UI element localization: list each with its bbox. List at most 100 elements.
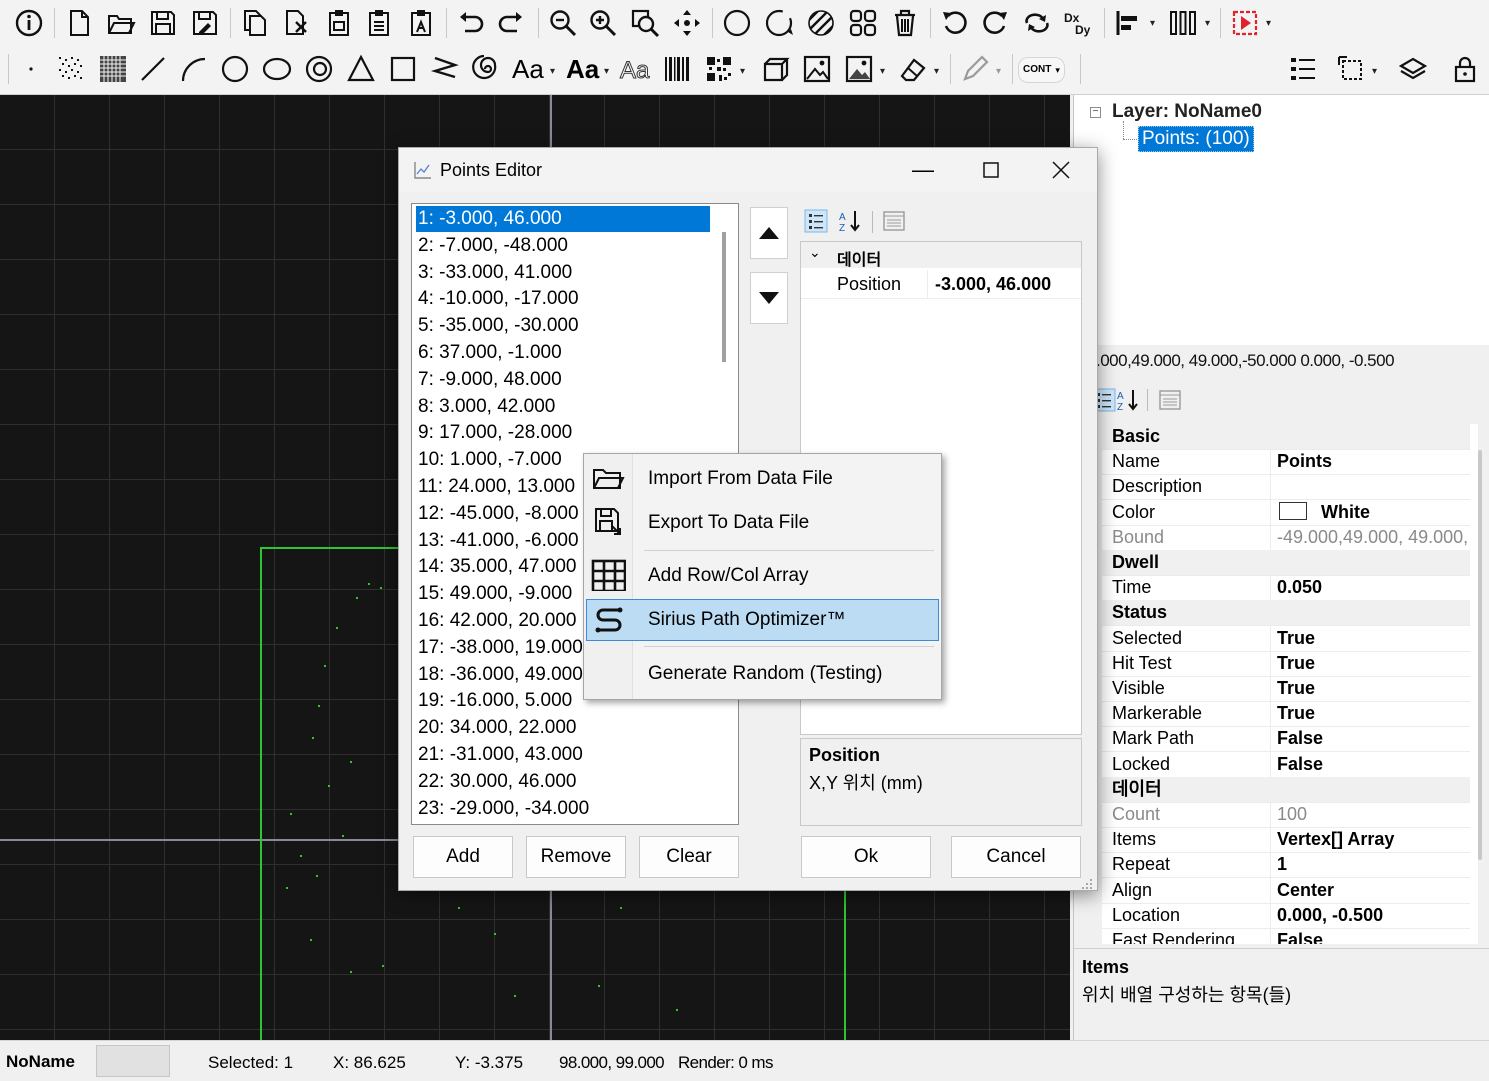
circle-icon[interactable]: [720, 6, 754, 40]
property-category-row[interactable]: Dwell: [1102, 550, 1470, 576]
point-list-item[interactable]: 6: 37.000, -1.000: [416, 340, 710, 366]
ok-button[interactable]: Ok: [801, 836, 931, 878]
point-list-item[interactable]: 3: -33.000, 41.000: [416, 260, 710, 286]
property-row[interactable]: Location 0.000, -0.500: [1102, 902, 1470, 929]
position-row[interactable]: Position -3.000, 46.000: [801, 270, 1081, 299]
text-outline-tool[interactable]: Aa: [619, 56, 649, 86]
property-value[interactable]: True: [1277, 626, 1315, 651]
copy-pages-icon[interactable]: [238, 6, 272, 40]
property-grid[interactable]: Basic Name Points Description Color White Boun…: [1102, 424, 1478, 944]
point-list-item[interactable]: 8: 3.000, 42.000: [416, 394, 710, 420]
property-value[interactable]: 0.050: [1277, 575, 1322, 600]
new-file-icon[interactable]: [62, 6, 96, 40]
spiral-path-icon[interactable]: [468, 52, 502, 86]
menu-export-data-file[interactable]: Export To Data File: [586, 502, 937, 542]
point-icon[interactable]: [14, 52, 48, 86]
property-row[interactable]: Fast Rendering False: [1102, 928, 1470, 944]
zoom-fit-icon[interactable]: [628, 6, 662, 40]
property-value[interactable]: 100: [1277, 802, 1307, 827]
cube-icon[interactable]: [758, 52, 792, 86]
arc-icon[interactable]: [176, 52, 210, 86]
ellipse-icon[interactable]: [260, 52, 294, 86]
property-row[interactable]: Color White: [1102, 499, 1470, 526]
property-value[interactable]: False: [1277, 726, 1323, 751]
property-row[interactable]: Count 100: [1102, 802, 1470, 828]
points-list-scrollbar[interactable]: [722, 232, 726, 362]
move-down-button[interactable]: [750, 272, 788, 324]
list-icon[interactable]: [1286, 52, 1320, 86]
spiral-icon[interactable]: [302, 52, 336, 86]
remove-button[interactable]: Remove: [526, 836, 626, 878]
property-value[interactable]: 1: [1277, 852, 1287, 877]
open-folder-icon[interactable]: [104, 6, 138, 40]
property-row[interactable]: Visible True: [1102, 676, 1470, 702]
image-edit-icon[interactable]: [842, 52, 876, 86]
undo-icon[interactable]: [454, 6, 488, 40]
cancel-button[interactable]: Cancel: [951, 836, 1081, 878]
chevron-down-icon[interactable]: ⌄: [809, 244, 821, 261]
property-row[interactable]: Items Vertex[] Array: [1102, 827, 1470, 854]
position-value[interactable]: -3.000, 46.000: [935, 274, 1051, 295]
point-list-item[interactable]: 21: -31.000, 43.000: [416, 742, 710, 768]
property-value[interactable]: Points: [1277, 449, 1332, 474]
zoom-in-icon[interactable]: [586, 6, 620, 40]
point-list-item[interactable]: 23: -29.000, -34.000: [416, 796, 710, 822]
sort-az-icon[interactable]: AZ: [1116, 388, 1140, 413]
text-bold-tool[interactable]: Aa: [566, 54, 599, 84]
menu-add-row-col-array[interactable]: Add Row/Col Array: [586, 555, 937, 595]
maximize-button[interactable]: [957, 148, 1025, 192]
point-list-item[interactable]: 1: -3.000, 46.000: [416, 206, 710, 232]
marker-icon[interactable]: [1228, 6, 1262, 40]
sort-az-icon[interactable]: AZ: [838, 209, 862, 234]
pen-icon[interactable]: [958, 52, 992, 86]
close-button[interactable]: [1027, 148, 1095, 192]
text-tool[interactable]: Aa: [512, 54, 544, 84]
property-row[interactable]: Name Points: [1102, 449, 1470, 476]
tree-layer-node[interactable]: Layer: NoName0: [1112, 101, 1262, 123]
circle-draw-icon[interactable]: [218, 52, 252, 86]
property-value[interactable]: Center: [1277, 878, 1334, 903]
property-row[interactable]: Time 0.050: [1102, 575, 1470, 602]
image-icon[interactable]: [800, 52, 834, 86]
point-list-item[interactable]: 7: -9.000, 48.000: [416, 367, 710, 393]
tree-points-node[interactable]: Points: (100): [1138, 126, 1254, 152]
paste-alt-icon[interactable]: [404, 6, 438, 40]
swap-icon[interactable]: [1020, 6, 1054, 40]
rectangle-icon[interactable]: [386, 52, 420, 86]
pan-icon[interactable]: [670, 6, 704, 40]
hatch-icon[interactable]: [804, 6, 838, 40]
triangle-icon[interactable]: [344, 52, 378, 86]
lock-icon[interactable]: [1448, 52, 1482, 86]
align-left-icon[interactable]: [1112, 6, 1146, 40]
property-value[interactable]: False: [1277, 928, 1323, 944]
save-icon[interactable]: [146, 6, 180, 40]
clear-button[interactable]: Clear: [639, 836, 739, 878]
polyline-icon[interactable]: [428, 52, 462, 86]
property-category-row[interactable]: Basic: [1102, 424, 1470, 450]
page-size-icon[interactable]: [1334, 52, 1368, 86]
menu-sirius-path-optimizer[interactable]: Sirius Path Optimizer™: [586, 599, 939, 641]
property-row[interactable]: Markerable True: [1102, 701, 1470, 728]
point-list-item[interactable]: 22: 30.000, 46.000: [416, 769, 710, 795]
resize-grip-icon[interactable]: [1081, 874, 1093, 889]
info-icon[interactable]: [12, 6, 46, 40]
paste-special-icon[interactable]: [362, 6, 396, 40]
redo-icon[interactable]: [494, 6, 528, 40]
circle-dashed-icon[interactable]: [762, 6, 796, 40]
point-list-item[interactable]: 20: 34.000, 22.000: [416, 715, 710, 741]
rotate-cw-icon[interactable]: [978, 6, 1012, 40]
eraser-icon[interactable]: [896, 52, 930, 86]
property-value[interactable]: True: [1277, 651, 1315, 676]
rotate-ccw-icon[interactable]: [938, 6, 972, 40]
distribute-icon[interactable]: [1166, 6, 1200, 40]
property-category-row[interactable]: 데이터: [1102, 776, 1470, 803]
point-list-item[interactable]: 9: 17.000, -28.000: [416, 420, 710, 446]
menu-import-data-file[interactable]: Import From Data File: [586, 458, 937, 498]
delete-icon[interactable]: [888, 6, 922, 40]
raster-icon[interactable]: [96, 52, 130, 86]
property-row[interactable]: Mark Path False: [1102, 726, 1470, 753]
property-grid-scrollbar[interactable]: [1478, 450, 1482, 860]
property-row[interactable]: Locked False: [1102, 751, 1470, 778]
move-up-button[interactable]: [750, 207, 788, 259]
paste-icon[interactable]: [322, 6, 356, 40]
